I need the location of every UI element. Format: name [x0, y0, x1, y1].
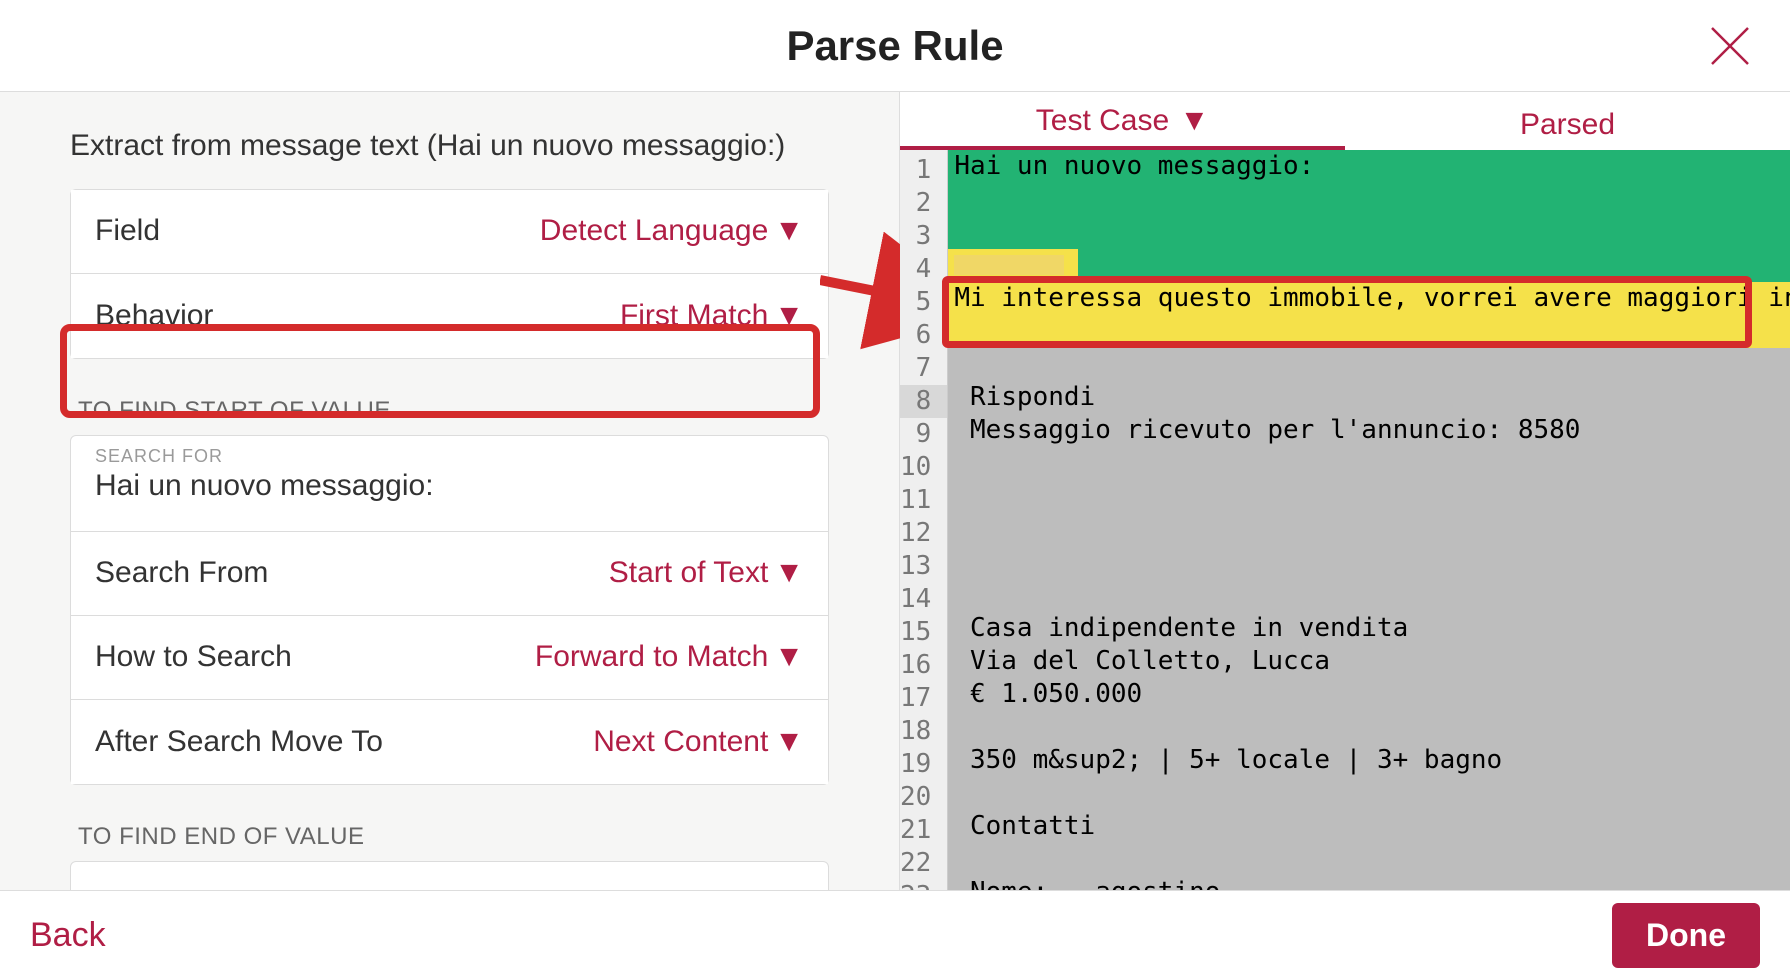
chevron-down-icon: ▼ — [774, 725, 804, 759]
field-value[interactable]: Detect Language▼ — [540, 214, 804, 248]
right-panel: Test Case ▼ Parsed 123456789101112131415… — [900, 92, 1790, 890]
code-area[interactable]: Hai un nuovo messaggio: Mi interessa que… — [948, 150, 1790, 890]
code-line — [948, 447, 1790, 480]
back-button[interactable]: Back — [30, 916, 106, 955]
code-line — [948, 579, 1790, 612]
how-to-search-label: How to Search — [95, 640, 292, 674]
end-section-label: To Find End of Value — [78, 823, 829, 851]
field-row[interactable]: Field Detect Language▼ — [71, 190, 828, 274]
tab-test-case[interactable]: Test Case ▼ — [900, 104, 1345, 150]
code-line — [948, 711, 1790, 744]
how-to-search-value[interactable]: Forward to Match▼ — [535, 640, 804, 674]
search-for-value: Hai un nuovo messaggio: — [95, 469, 804, 503]
chevron-down-icon: ▼ — [774, 556, 804, 590]
behavior-label: Behavior — [95, 299, 213, 333]
code-line — [948, 348, 1790, 381]
after-search-value[interactable]: Next Content▼ — [593, 725, 804, 759]
code-line: Casa indipendente in vendita — [948, 612, 1790, 645]
search-for-row[interactable]: search for Hai un nuovo messaggio: — [71, 436, 828, 532]
code-line: € 1.050.000 — [948, 678, 1790, 711]
code-line — [948, 183, 1790, 216]
end-card — [70, 861, 829, 891]
code-line: Contatti — [948, 810, 1790, 843]
done-button[interactable]: Done — [1612, 903, 1760, 968]
chevron-down-icon: ▼ — [774, 214, 804, 248]
code-line: Rispondi — [948, 381, 1790, 414]
code-line — [948, 480, 1790, 513]
code-line — [948, 315, 1790, 348]
field-label: Field — [95, 214, 160, 248]
start-section-label: To Find Start of Value — [78, 397, 829, 425]
dialog-title: Parse Rule — [786, 22, 1003, 70]
search-from-row[interactable]: Search From Start of Text▼ — [71, 532, 828, 616]
chevron-down-icon: ▼ — [1180, 104, 1210, 138]
code-line — [948, 249, 1790, 282]
search-from-value[interactable]: Start of Text▼ — [609, 556, 804, 590]
dialog-footer: Back Done — [0, 890, 1790, 980]
code-line — [948, 777, 1790, 810]
code-line: Hai un nuovo messaggio: — [948, 150, 1790, 183]
chevron-down-icon: ▼ — [774, 640, 804, 674]
search-for-mini-label: search for — [95, 446, 804, 467]
code-line: Via del Colletto, Lucca — [948, 645, 1790, 678]
search-from-label: Search From — [95, 556, 268, 590]
close-button[interactable] — [1706, 22, 1754, 70]
line-gutter: 1234567891011121314151617181920212223 — [900, 150, 948, 890]
after-search-label: After Search Move To — [95, 725, 383, 759]
behavior-row[interactable]: Behavior First Match▼ — [71, 274, 828, 358]
tab-parsed[interactable]: Parsed — [1345, 108, 1790, 150]
code-line: Messaggio ricevuto per l'annuncio: 8580 — [948, 414, 1790, 447]
code-line — [948, 513, 1790, 546]
extract-heading: Extract from message text (Hai un nuovo … — [70, 126, 829, 167]
code-line: Nome: agostino — [948, 876, 1790, 890]
after-search-row[interactable]: After Search Move To Next Content▼ — [71, 700, 828, 784]
code-line — [948, 546, 1790, 579]
code-line: Mi interessa questo immobile, vorrei ave… — [948, 282, 1790, 315]
start-card: search for Hai un nuovo messaggio: Searc… — [70, 435, 829, 785]
code-line — [948, 843, 1790, 876]
chevron-down-icon: ▼ — [774, 299, 804, 333]
left-panel: Extract from message text (Hai un nuovo … — [0, 92, 900, 890]
code-line: 350 m&sup2; | 5+ locale | 3+ bagno — [948, 744, 1790, 777]
tabs: Test Case ▼ Parsed — [900, 92, 1790, 150]
close-icon — [1706, 22, 1754, 70]
how-to-search-row[interactable]: How to Search Forward to Match▼ — [71, 616, 828, 700]
code-line — [948, 216, 1790, 249]
field-behavior-card: Field Detect Language▼ Behavior First Ma… — [70, 189, 829, 359]
code-editor: 1234567891011121314151617181920212223 Ha… — [900, 150, 1790, 890]
behavior-value[interactable]: First Match▼ — [620, 299, 804, 333]
dialog-header: Parse Rule — [0, 0, 1790, 92]
